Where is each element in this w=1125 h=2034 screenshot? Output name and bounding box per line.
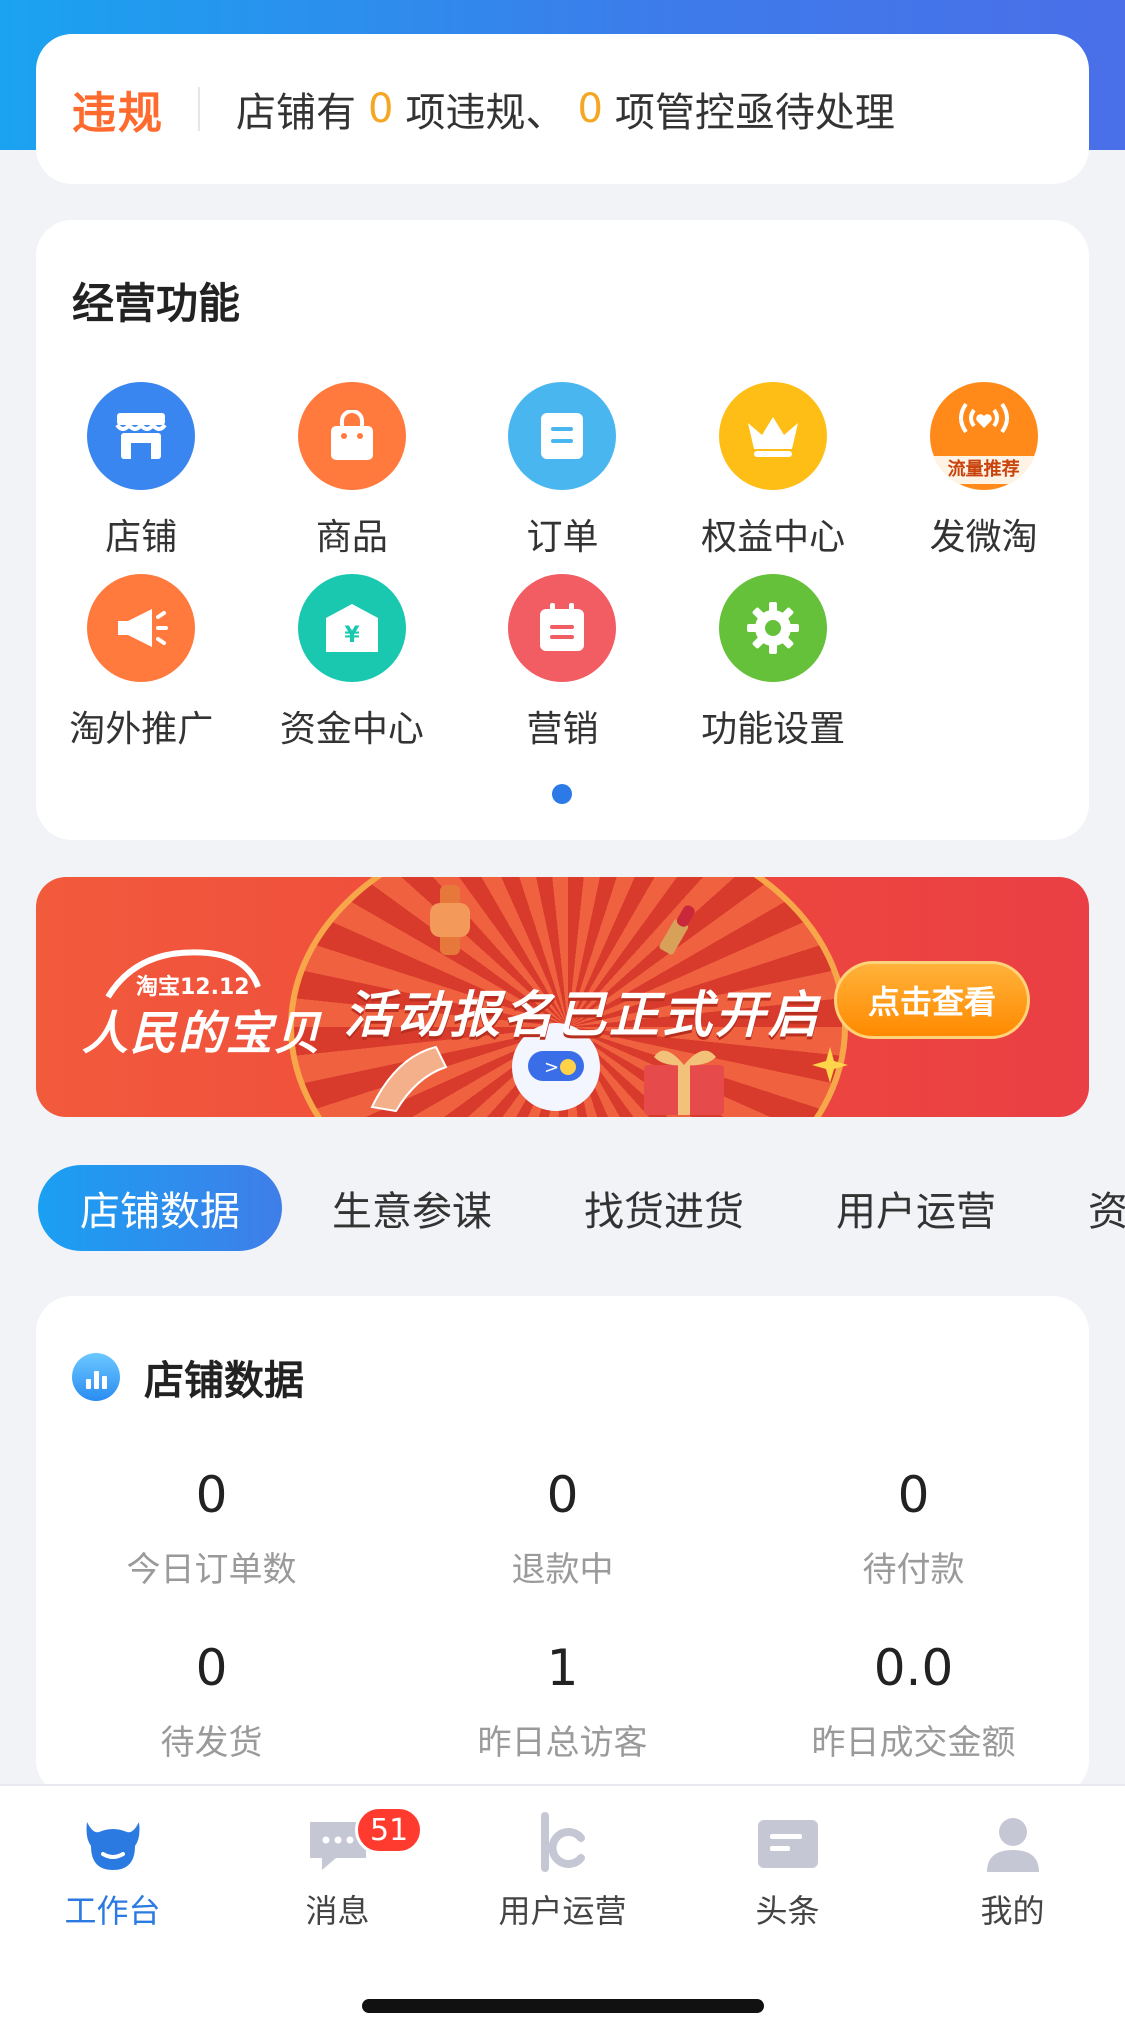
tab-store-data[interactable]: 店铺数据 [38,1165,282,1251]
tabbar-label: 工作台 [64,1892,161,1930]
function-label: 发微淘 [929,517,1038,558]
violation-count: 0 [368,86,394,132]
tab-funds[interactable]: 资金 [1046,1165,1125,1251]
tabbar-workbench[interactable]: 工作台 [0,1812,225,1932]
tabbar-label: 我的 [980,1892,1045,1930]
lipstick-icon [659,905,695,955]
metrics-grid: 0 今日订单数 0 退款中 0 待付款 0 待发货 1 昨日总访客 0.0 昨日… [36,1466,1089,1764]
app-screen: { "violation": { "tag": "违规", "prefix": … [0,0,1125,2034]
store-data-header: 店铺数据 [72,1348,304,1406]
workbench-icon [86,1822,139,1870]
svg-text:¥: ¥ [344,623,360,648]
metric-today-orders[interactable]: 0 今日订单数 [36,1466,387,1591]
tabbar-messages[interactable]: 51 消息 [225,1806,450,1932]
metric-label: 退款中 [511,1550,614,1590]
sparkle-icon [812,1047,848,1083]
banner-headline: 活动报名已正式开启 [344,986,821,1044]
megaphone-icon [87,574,196,682]
metric-refunding[interactable]: 0 退款中 [387,1466,738,1591]
tabbar-headlines[interactable]: 头条 [675,1812,900,1932]
function-grid: 店铺 商品 订单 权益中心 流量推荐 发微淘 淘外推广 ¥ 资金中心 营销 功能… [36,382,1089,752]
order-doc-icon [508,382,617,490]
violation-middle: 项违规、 [405,90,566,136]
bottom-tab-bar: 工作台 51 消息 用户运营 头条 我的 [0,1784,1125,2034]
violation-summary: 店铺有 0 项违规、 0 项管控亟待处理 [236,80,895,138]
calendar-icon [508,574,617,682]
function-label: 订单 [526,517,599,558]
svg-text:>: > [544,1057,559,1078]
shopping-bag-icon [297,382,406,490]
metric-yesterday-gmv[interactable]: 0.0 昨日成交金额 [738,1639,1089,1764]
crown-icon [719,382,828,490]
banner-logo-text: 人民的宝贝 [82,1006,322,1060]
store-icon [87,382,196,490]
metric-pending-shipment[interactable]: 0 待发货 [36,1639,387,1764]
store-data-title: 店铺数据 [144,1358,304,1404]
function-store[interactable]: 店铺 [36,382,247,560]
violation-suffix: 项管控亟待处理 [614,90,895,136]
store-data-card: 店铺数据 0 今日订单数 0 退款中 0 待付款 0 待发货 1 昨日总访客 0… [36,1296,1089,1796]
divider [198,87,200,131]
banner-cta-button[interactable]: 点击查看 [834,961,1030,1039]
function-weitao-post[interactable]: 流量推荐 发微淘 [878,382,1089,560]
metric-value: 1 [546,1639,579,1697]
unread-badge: 51 [355,1806,424,1854]
metric-pending-payment[interactable]: 0 待付款 [738,1466,1089,1591]
user-ops-icon [540,1812,585,1872]
business-functions-card: 经营功能 店铺 商品 订单 权益中心 流量推荐 发微淘 淘外推广 ¥ 资金中心 … [36,220,1089,840]
metric-label: 待付款 [862,1550,965,1590]
function-label: 权益中心 [701,517,846,558]
violation-tag: 违规 [72,88,164,139]
tab-business-advisor[interactable]: 生意参谋 [290,1165,534,1251]
headline-icon [757,1820,818,1868]
home-indicator[interactable] [362,1999,764,2013]
gear-icon [719,574,828,682]
high-heel-icon [370,1045,448,1113]
metric-value: 0 [195,1466,228,1524]
tabbar-user-operations[interactable]: 用户运营 [450,1812,675,1932]
promo-banner[interactable]: 淘宝12.12 人民的宝贝 > 活动报名已正式开启 点击查看 [36,877,1089,1117]
metric-value: 0 [897,1466,930,1524]
metric-label: 今日订单数 [126,1550,297,1590]
function-goods[interactable]: 商品 [247,382,458,560]
violation-prefix: 店铺有 [236,90,356,136]
metric-label: 昨日总访客 [477,1723,648,1763]
function-label: 淘外推广 [69,709,214,750]
tabbar-label: 消息 [305,1892,370,1930]
function-marketing[interactable]: 营销 [457,574,668,752]
metric-value: 0 [195,1639,228,1697]
profile-icon [986,1818,1039,1872]
promo-sublabel: 流量推荐 [929,456,1038,484]
function-label: 店铺 [105,517,178,558]
watch-icon [430,885,470,955]
tabbar-label: 用户运营 [498,1892,627,1930]
section-title: 经营功能 [72,279,241,328]
metric-value: 0.0 [873,1639,954,1697]
metric-yesterday-visitors[interactable]: 1 昨日总访客 [387,1639,738,1764]
bar-chart-icon [72,1353,120,1401]
gift-box-icon [644,1050,724,1115]
function-settings[interactable]: 功能设置 [668,574,879,752]
function-label: 营销 [526,709,599,750]
metric-label: 待发货 [160,1723,263,1763]
control-count: 0 [577,86,603,132]
tab-user-operations[interactable]: 用户运营 [794,1165,1038,1251]
section-tabs: 店铺数据 生意参谋 找货进货 用户运营 资金 [38,1165,1125,1251]
tabbar-profile[interactable]: 我的 [900,1812,1125,1932]
function-label: 资金中心 [279,709,424,750]
function-orders[interactable]: 订单 [457,382,668,560]
metric-value: 0 [546,1466,579,1524]
function-label: 商品 [315,517,388,558]
function-label: 功能设置 [701,709,846,750]
pager-dot[interactable] [552,784,572,804]
tab-sourcing[interactable]: 找货进货 [542,1165,786,1251]
function-fund-center[interactable]: ¥ 资金中心 [247,574,458,752]
tabbar-label: 头条 [755,1892,820,1930]
function-external-promotion[interactable]: 淘外推广 [36,574,247,752]
function-benefits-center[interactable]: 权益中心 [668,382,879,560]
metric-label: 昨日成交金额 [811,1723,1016,1763]
fund-icon: ¥ [297,574,406,682]
broadcast-heart-icon: 流量推荐 [929,382,1038,490]
violation-notice-card[interactable]: 违规 店铺有 0 项违规、 0 项管控亟待处理 [36,34,1089,184]
